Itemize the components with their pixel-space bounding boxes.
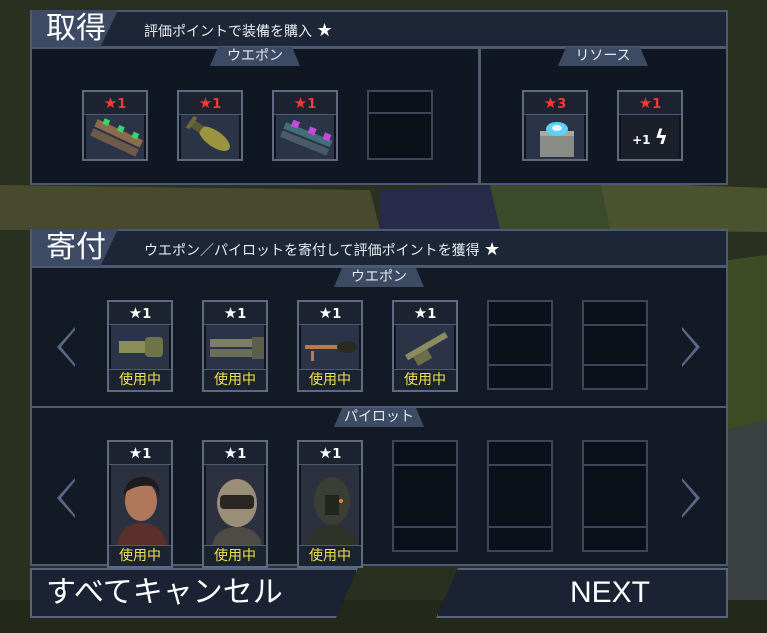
donate-weapon-card-3[interactable]: ★1 使用中: [297, 300, 363, 392]
donate-header: 寄付 ウエポン／パイロットを寄付して評価ポイントを獲得 ★: [30, 229, 728, 267]
empty-slot: [582, 440, 648, 552]
pilot-human-portrait: [111, 465, 169, 545]
star-icon: ★: [128, 304, 143, 322]
acquire-resource-card-2[interactable]: ★1 +1 ϟ: [617, 90, 683, 161]
in-use-label: 使用中: [299, 369, 361, 390]
value-label: ★1: [299, 442, 361, 465]
pilots-next-arrow[interactable]: [682, 478, 700, 518]
star-icon: ★: [484, 239, 501, 260]
star-icon: ★: [318, 444, 333, 462]
cancel-all-button[interactable]: すべてキャンセル: [30, 568, 358, 618]
star-icon: ★: [318, 304, 333, 322]
value-label: ★1: [204, 302, 266, 325]
cost-value: 1: [307, 97, 317, 112]
value-label: ★1: [394, 302, 456, 325]
acquire-weapon-card-1[interactable]: ★1: [82, 90, 148, 161]
in-use-label: 使用中: [109, 369, 171, 390]
next-button[interactable]: NEXT: [436, 568, 728, 618]
cost-label: ★1: [179, 92, 241, 115]
red-star-icon: ★: [543, 94, 558, 112]
acquire-weapon-card-3[interactable]: ★1: [272, 90, 338, 161]
pilot-mech-helmet-portrait: [206, 465, 264, 545]
empty-slot: [487, 300, 553, 390]
donate-pilots-tab: パイロット: [334, 408, 424, 427]
value-number: 1: [237, 447, 247, 462]
donate-title: 寄付: [32, 229, 118, 267]
red-star-icon: ★: [103, 94, 118, 112]
star-icon: ★: [413, 304, 428, 322]
missile-rack-purple-icon: [276, 115, 334, 159]
value-number: 1: [237, 307, 247, 322]
bomb-icon: [181, 115, 239, 159]
donate-pilot-card-1[interactable]: ★1 使用中: [107, 440, 173, 568]
star-icon: ★: [223, 444, 238, 462]
red-star-icon: ★: [293, 94, 308, 112]
next-label: NEXT: [570, 576, 651, 609]
value-number: 1: [427, 307, 437, 322]
acquire-resources-tab: リソース: [558, 47, 648, 66]
donate-weapon-card-1[interactable]: ★1 使用中: [107, 300, 173, 392]
acquire-header: 取得 評価ポイントで装備を購入 ★: [30, 10, 728, 48]
donate-pilot-card-3[interactable]: ★1 使用中: [297, 440, 363, 568]
value-label: ★1: [109, 442, 171, 465]
donate-description: ウエポン／パイロットを寄付して評価ポイントを獲得 ★: [144, 239, 500, 260]
star-icon: ★: [316, 20, 333, 41]
cost-label: ★1: [619, 92, 681, 115]
reactor-core-icon: [526, 115, 584, 159]
in-use-label: 使用中: [109, 545, 171, 566]
rocket-launcher-icon: [301, 325, 359, 369]
twin-cannon-icon: [206, 325, 264, 369]
pilot-dark-helmet-portrait: [301, 465, 359, 545]
cost-label: ★1: [274, 92, 336, 115]
donate-weapon-card-4[interactable]: ★1 使用中: [392, 300, 458, 392]
lightning-icon: ϟ: [654, 125, 668, 149]
red-star-icon: ★: [638, 94, 653, 112]
cancel-all-label: すべてキャンセル: [46, 575, 283, 610]
star-icon: ★: [128, 444, 143, 462]
value-label: ★1: [299, 302, 361, 325]
red-star-icon: ★: [198, 94, 213, 112]
cost-value: 1: [212, 97, 222, 112]
empty-slot: [367, 90, 433, 160]
cost-label: ★3: [524, 92, 586, 115]
weapons-next-arrow[interactable]: [682, 327, 700, 367]
acquire-weapon-card-2[interactable]: ★1: [177, 90, 243, 161]
empty-slot: [487, 440, 553, 552]
gauntlet-weapon-icon: [111, 325, 169, 369]
value-number: 1: [142, 447, 152, 462]
acquire-description: 評価ポイントで装備を購入 ★: [144, 20, 333, 41]
value-number: 1: [142, 307, 152, 322]
donate-weapon-card-2[interactable]: ★1 使用中: [202, 300, 268, 392]
weapons-prev-arrow[interactable]: [57, 327, 75, 367]
empty-slot: [392, 440, 458, 552]
value-number: 1: [332, 447, 342, 462]
acquire-weapons-tab: ウエポン: [210, 47, 300, 66]
in-use-label: 使用中: [299, 545, 361, 566]
acquire-title: 取得: [32, 10, 118, 48]
acquire-resources-panel: [479, 47, 728, 185]
empty-slot: [582, 300, 648, 390]
donate-pilot-card-2[interactable]: ★1 使用中: [202, 440, 268, 568]
missile-rack-green-icon: [86, 115, 144, 159]
artillery-gun-icon: [396, 325, 454, 369]
power-bonus-label: +1: [632, 133, 651, 147]
power-plus-one-icon: +1 ϟ: [621, 115, 679, 159]
cost-value: 3: [557, 97, 567, 112]
in-use-label: 使用中: [204, 545, 266, 566]
acquire-resource-card-1[interactable]: ★3: [522, 90, 588, 161]
value-label: ★1: [109, 302, 171, 325]
in-use-label: 使用中: [394, 369, 456, 390]
acquire-description-text: 評価ポイントで装備を購入: [144, 24, 312, 40]
cost-label: ★1: [84, 92, 146, 115]
pilots-prev-arrow[interactable]: [57, 478, 75, 518]
cost-value: 1: [652, 97, 662, 112]
donate-description-text: ウエポン／パイロットを寄付して評価ポイントを獲得: [144, 243, 480, 259]
in-use-label: 使用中: [204, 369, 266, 390]
star-icon: ★: [223, 304, 238, 322]
cost-value: 1: [117, 97, 127, 112]
donate-weapons-tab: ウエポン: [334, 268, 424, 287]
value-number: 1: [332, 307, 342, 322]
value-label: ★1: [204, 442, 266, 465]
